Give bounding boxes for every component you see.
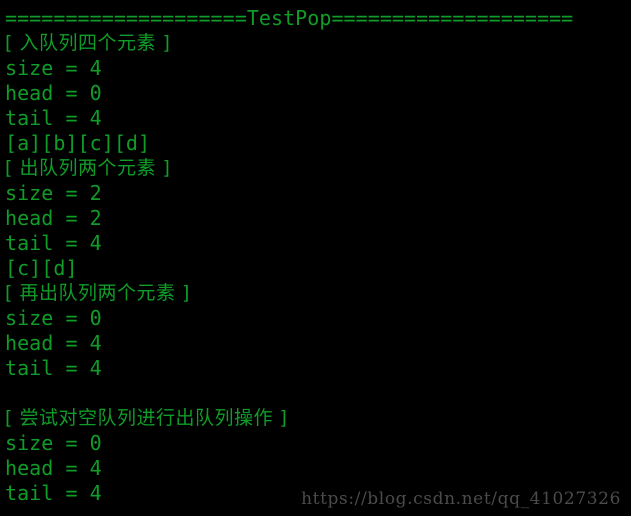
terminal-line-tail: tail = 4 [5,356,102,380]
terminal-line-head: head = 4 [5,456,102,480]
terminal-line-section-label: [ 尝试对空队列进行出队列操作 ] [5,407,288,429]
terminal-line-size: size = 4 [5,56,102,80]
terminal-line-size: size = 2 [5,181,102,205]
terminal-line-head: head = 0 [5,81,102,105]
terminal-line-tail: tail = 4 [5,231,102,255]
terminal-line-head: head = 4 [5,331,102,355]
terminal-line-size: size = 0 [5,306,102,330]
watermark-text: https://blog.csdn.net/qq_41027326 [301,489,621,509]
terminal-line-tail: tail = 4 [5,106,102,130]
terminal-line-header: ====================TestPop=============… [5,6,574,30]
terminal-line-queue-contents: [a][b][c][d] [5,131,151,155]
terminal-output: ====================TestPop=============… [0,0,631,516]
terminal-line-section-label: [ 出队列两个元素 ] [5,157,171,179]
terminal-line-head: head = 2 [5,206,102,230]
terminal-line-size: size = 0 [5,431,102,455]
terminal-line-section-label: [ 再出队列两个元素 ] [5,282,190,304]
terminal-line-section-label: [ 入队列四个元素 ] [5,32,171,54]
terminal-line-queue-contents: [c][d] [5,256,78,280]
